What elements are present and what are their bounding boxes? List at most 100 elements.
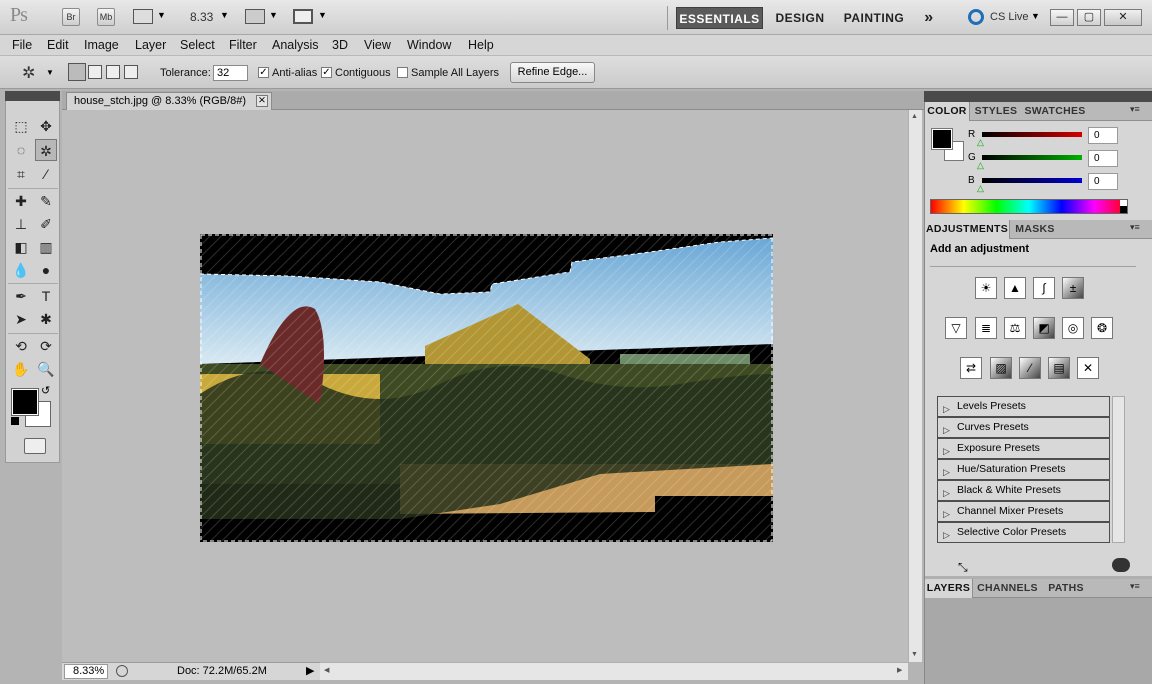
custom-shape-icon[interactable]: ✱ (35, 308, 57, 330)
menu-select[interactable]: Select (180, 38, 215, 52)
view-extras-icon[interactable] (133, 9, 153, 24)
3d-orbit-icon[interactable]: ⟳ (35, 335, 57, 357)
move-tool-icon[interactable]: ✥ (35, 115, 57, 137)
menu-help[interactable]: Help (468, 38, 494, 52)
minimize-button[interactable]: — (1050, 9, 1074, 26)
status-menu-arrow-icon[interactable]: ▶ (306, 664, 314, 677)
preset-curves[interactable]: ▷ Curves Presets (937, 417, 1110, 438)
clip-layer-icon[interactable] (1112, 558, 1130, 572)
tab-adjustments[interactable]: ADJUSTMENTS (925, 220, 1010, 239)
color-ramp[interactable] (930, 199, 1128, 214)
photo-filter-icon[interactable]: ◎ (1062, 317, 1084, 339)
document-tab[interactable]: house_stch.jpg @ 8.33% (RGB/8#) (66, 92, 272, 110)
chevron-down-icon[interactable]: ▼ (269, 10, 278, 20)
blur-icon[interactable]: 💧 (10, 259, 32, 281)
tab-swatches[interactable]: SWATCHES (1022, 102, 1088, 121)
menu-analysis[interactable]: Analysis (272, 38, 319, 52)
magic-wand-icon[interactable]: ✲ (35, 139, 57, 161)
eraser-icon[interactable]: ◧ (10, 236, 32, 258)
magic-wand-preset-icon[interactable]: ✲ (22, 63, 35, 83)
panel-menu-icon[interactable]: ▾≡ (1130, 104, 1140, 115)
posterize-icon[interactable]: ▨ (990, 357, 1012, 379)
more-workspaces-button[interactable]: » (918, 7, 940, 29)
hue-saturation-icon[interactable]: ≣ (975, 317, 997, 339)
channel-g-slider[interactable] (982, 155, 1082, 160)
menu-image[interactable]: Image (84, 38, 119, 52)
scroll-right-icon[interactable]: ▶ (897, 666, 902, 674)
channel-mixer-icon[interactable]: ❂ (1091, 317, 1113, 339)
menu-3d[interactable]: 3D (332, 38, 348, 52)
vibrance-icon[interactable]: ▽ (945, 317, 967, 339)
channel-b-slider[interactable] (982, 178, 1082, 183)
bridge-button[interactable]: Br (62, 8, 80, 26)
preset-hue-saturation[interactable]: ▷ Hue/Saturation Presets (937, 459, 1110, 480)
slider-handle-icon[interactable]: △ (977, 137, 984, 148)
clone-stamp-icon[interactable]: ⊥ (10, 213, 32, 235)
selective-color-icon[interactable]: ✕ (1077, 357, 1099, 379)
history-brush-icon[interactable]: ✐ (35, 213, 57, 235)
vertical-scrollbar[interactable] (908, 110, 922, 662)
slider-handle-icon[interactable]: △ (977, 160, 984, 171)
menu-layer[interactable]: Layer (135, 38, 166, 52)
cs-live-button[interactable]: CS Live (990, 11, 1029, 23)
channel-r-value[interactable]: 0 (1088, 127, 1118, 144)
status-clock-icon[interactable] (116, 665, 128, 677)
invert-icon[interactable]: ⇄ (960, 357, 982, 379)
exposure-icon[interactable]: ± (1062, 277, 1084, 299)
lasso-icon[interactable]: ◌ (10, 139, 32, 161)
menu-view[interactable]: View (364, 38, 391, 52)
color-fg-swatch[interactable] (931, 128, 953, 150)
close-button[interactable]: ✕ (1104, 9, 1142, 26)
type-icon[interactable]: T (35, 285, 57, 307)
status-zoom-field[interactable]: 8.33% (64, 664, 108, 679)
scroll-left-icon[interactable]: ◀ (324, 666, 329, 674)
zoom-level[interactable]: 8.33 (190, 10, 213, 24)
tab-channels[interactable]: CHANNELS (975, 579, 1040, 598)
sample-all-layers-checkbox[interactable] (397, 67, 408, 78)
panel-dock-header[interactable] (924, 91, 1152, 102)
panel-menu-icon[interactable]: ▾≡ (1130, 222, 1140, 233)
preset-levels[interactable]: ▷ Levels Presets (937, 396, 1110, 417)
tab-layers[interactable]: LAYERS (925, 579, 973, 598)
tolerance-input[interactable]: 32 (213, 65, 248, 81)
slider-handle-icon[interactable]: △ (977, 183, 984, 194)
chevron-down-icon[interactable]: ▼ (318, 10, 327, 20)
chevron-down-icon[interactable]: ▼ (46, 68, 54, 77)
scroll-up-icon[interactable]: ▲ (911, 113, 918, 120)
brightness-contrast-icon[interactable]: ☀ (975, 277, 997, 299)
workspace-essentials[interactable]: ESSENTIALS (676, 7, 763, 29)
menu-window[interactable]: Window (407, 38, 451, 52)
black-white-icon[interactable]: ◩ (1033, 317, 1055, 339)
expanded-view-icon[interactable]: ⤡ (958, 560, 968, 575)
crop-icon[interactable]: ⌗ (10, 163, 32, 185)
presets-scrollbar[interactable] (1112, 396, 1125, 543)
cs-live-icon[interactable] (968, 9, 984, 25)
color-balance-icon[interactable]: ⚖ (1004, 317, 1026, 339)
preset-exposure[interactable]: ▷ Exposure Presets (937, 438, 1110, 459)
chevron-down-icon[interactable]: ▼ (220, 10, 229, 20)
new-selection-icon[interactable] (68, 63, 86, 81)
workspace-painting[interactable]: PAINTING (840, 7, 908, 29)
horizontal-scrollbar[interactable] (320, 662, 908, 680)
panel-menu-icon[interactable]: ▾≡ (1130, 581, 1140, 592)
ramp-black-swatch[interactable] (1120, 206, 1127, 213)
tab-styles[interactable]: STYLES (972, 102, 1020, 121)
chevron-down-icon[interactable]: ▼ (1031, 11, 1040, 21)
maximize-button[interactable]: ▢ (1077, 9, 1101, 26)
gradient-map-icon[interactable]: ▤ (1048, 357, 1070, 379)
screen-mode-icon[interactable] (293, 9, 313, 24)
pen-icon[interactable]: ✒ (10, 285, 32, 307)
hand-icon[interactable]: ✋ (10, 358, 32, 380)
scroll-down-icon[interactable]: ▼ (911, 651, 918, 658)
chevron-down-icon[interactable]: ▼ (157, 10, 166, 20)
rectangular-marquee-icon[interactable]: ⬚ (10, 115, 32, 137)
refine-edge-button[interactable]: Refine Edge... (510, 62, 595, 83)
foreground-color-swatch[interactable] (11, 388, 39, 416)
quick-mask-icon[interactable] (24, 438, 46, 454)
curves-icon[interactable]: ∫ (1033, 277, 1055, 299)
workspace-design[interactable]: DESIGN (772, 7, 828, 29)
default-colors-icon[interactable] (11, 417, 19, 425)
menu-filter[interactable]: Filter (229, 38, 257, 52)
preset-selective-color[interactable]: ▷ Selective Color Presets (937, 522, 1110, 543)
brush-icon[interactable]: ✎ (35, 190, 57, 212)
